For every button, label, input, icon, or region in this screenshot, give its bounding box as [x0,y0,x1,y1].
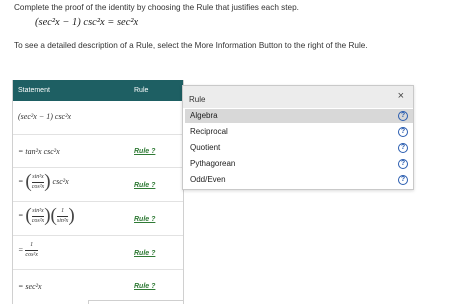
partial-box [88,300,184,304]
statement-header: Statement [18,87,50,94]
rule-dropdown[interactable]: Rule ? [134,148,155,155]
fraction-denominator: cos²x [31,183,45,190]
rule-option-label: Algebra [190,111,218,120]
proof-row: = tan²x csc²x Rule ? [13,134,183,167]
rule-selection-panel: Rule × Algebra ? Reciprocal ? Quotient ?… [182,85,414,190]
rule-option-algebra[interactable]: Algebra ? [185,109,413,123]
rule-dropdown[interactable]: Rule ? [134,216,155,223]
info-icon[interactable]: ? [398,175,408,185]
statement-tail: csc²x [52,176,69,186]
info-icon[interactable]: ? [398,127,408,137]
fraction-numerator: 1 [30,242,34,248]
fraction-numerator: sin²x [32,173,44,180]
statement-expression: = (sin²x cos²x) csc²x [18,171,69,192]
fraction-denominator: cos²x [31,217,45,224]
proof-row: = sec²x Rule ? [13,269,183,304]
proof-row: = (sin²x cos²x) csc²x Rule ? [13,167,183,201]
identity-equation: (sec²x − 1) csc²x = sec²x [35,17,139,28]
proof-row: = (sin²x cos²x)(1 sin²x) Rule ? [13,201,183,235]
fraction-numerator: sin²x [32,207,44,214]
info-icon[interactable]: ? [398,159,408,169]
rule-option-pythagorean[interactable]: Pythagorean ? [185,157,413,171]
statement-text: = sec²x [18,282,42,291]
rule-option-label: Quotient [190,143,221,152]
rule-option-odd-even[interactable]: Odd/Even ? [185,173,413,187]
statement-text: = tan²x csc²x [18,147,60,156]
close-icon[interactable]: × [398,90,404,102]
rule-option-quotient[interactable]: Quotient ? [185,141,413,155]
fraction-denominator: cos²x [25,252,38,258]
rule-dropdown[interactable]: Rule ? [134,283,155,290]
rule-option-label: Odd/Even [190,175,226,184]
rule-dropdown[interactable]: Rule ? [134,250,155,257]
rule-panel-header: Rule × [183,86,413,108]
rule-dropdown[interactable]: Rule ? [134,182,155,189]
rule-option-label: Reciprocal [190,127,228,136]
statement-expression: = (sin²x cos²x)(1 sin²x) [18,205,75,226]
proof-table: Statement Rule (sec²x − 1) csc²x = tan²x… [12,80,184,304]
fraction-numerator: 1 [61,207,65,214]
rule-header: Rule [134,87,149,94]
proof-row: (sec²x − 1) csc²x [13,101,183,134]
rule-option-reciprocal[interactable]: Reciprocal ? [185,125,413,139]
more-info-instruction: To see a detailed description of a Rule,… [14,41,368,50]
statement-expression: = 1 cos²x [18,242,38,258]
rule-option-label: Pythagorean [190,159,236,168]
proof-row: = 1 cos²x Rule ? [13,235,183,269]
instruction-text: Complete the proof of the identity by ch… [14,3,299,12]
proof-table-header: Statement Rule [13,80,183,101]
info-icon[interactable]: ? [398,143,408,153]
fraction-denominator: sin²x [56,217,69,224]
info-icon[interactable]: ? [398,111,408,121]
statement-text: (sec²x − 1) csc²x [18,112,72,121]
rule-panel-title: Rule [189,95,206,104]
